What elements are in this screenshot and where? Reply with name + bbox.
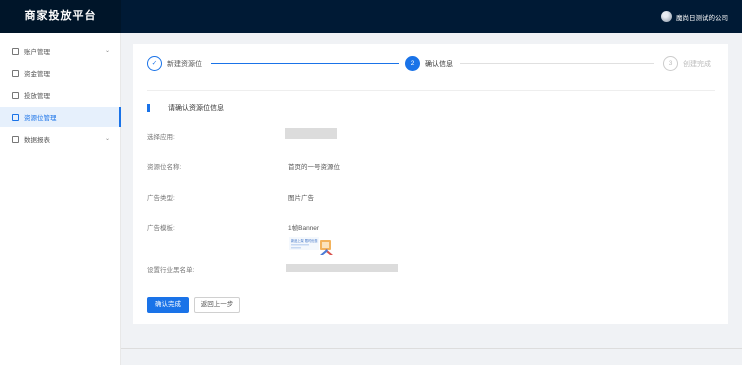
campaign-icon: [12, 91, 19, 99]
avatar: [661, 11, 672, 22]
content-card: ✓ 新建资源位 2 确认信息 3 创建完成 请确认资源位信息 选择应用: 资源位…: [133, 44, 728, 324]
user-name: 魔尚日测试的公司: [676, 14, 728, 22]
confirm-button[interactable]: 确认完成: [147, 297, 189, 313]
step-number: 2: [405, 56, 420, 71]
sidebar-item-ad-slots[interactable]: 资源位管理: [0, 107, 121, 127]
chevron-down-icon: ⌄: [104, 48, 110, 54]
user-menu[interactable]: 魔尚日测试的公司: [661, 10, 728, 23]
field-value: 1帧Banner: [288, 225, 320, 232]
sidebar-item-label: 投放管理: [24, 93, 50, 100]
sidebar-item-label: 资源位管理: [24, 115, 57, 122]
report-icon: [12, 135, 19, 143]
divider: [147, 90, 715, 91]
app-value-redacted: [285, 128, 337, 139]
field-value: 图片广告: [288, 195, 314, 202]
wallet-icon: [12, 69, 19, 77]
sidebar-item-campaign[interactable]: 投放管理: [0, 85, 121, 105]
brand-title: 商家投放平台: [0, 0, 121, 33]
step-done-check-icon: ✓: [147, 56, 162, 71]
account-icon: [12, 47, 19, 55]
back-button[interactable]: 返回上一步: [194, 297, 240, 313]
sidebar-item-label: 资金管理: [24, 71, 50, 78]
field-label: 设置行业黑名单:: [147, 267, 195, 274]
field-label: 广告类型:: [147, 195, 175, 202]
content-bottom-border: [121, 348, 742, 349]
section-title: 请确认资源位信息: [147, 103, 224, 113]
field-value: 首页的一号资源位: [288, 164, 340, 171]
section-title-text: 请确认资源位信息: [168, 105, 224, 112]
industry-value-redacted: [286, 264, 398, 272]
step-label: 新建资源位: [167, 61, 202, 68]
sidebar-item-label: 数据报表: [24, 137, 50, 144]
sidebar-item-label: 账户管理: [24, 49, 50, 56]
step-connector: [460, 63, 654, 64]
field-label: 选择应用:: [147, 134, 175, 141]
sidebar-item-funds[interactable]: 资金管理: [0, 63, 121, 83]
sidebar: 账户管理 ⌄ 资金管理 投放管理 资源位管理 数据报表 ⌄: [0, 33, 121, 365]
sidebar-item-account[interactable]: 账户管理 ⌄: [0, 41, 121, 61]
progress-steps: ✓ 新建资源位 2 确认信息 3 创建完成: [147, 54, 717, 74]
step-connector: [211, 63, 399, 64]
chevron-down-icon: ⌄: [104, 136, 110, 142]
field-label: 广告模板:: [147, 225, 175, 232]
banner-thumbnail-text: 新品上架 限时优惠: [291, 238, 318, 243]
top-navigation-bar: 商家投放平台 魔尚日测试的公司: [0, 0, 742, 33]
field-label: 资源位名称:: [147, 164, 182, 171]
section-accent-bar: [147, 104, 150, 112]
grid-icon: [12, 113, 19, 121]
sidebar-item-reports[interactable]: 数据报表 ⌄: [0, 129, 121, 149]
step-number: 3: [663, 56, 678, 71]
banner-thumbnail: 新品上架 限时优惠: [289, 237, 333, 255]
step-label: 确认信息: [425, 61, 453, 68]
step-label: 创建完成: [683, 61, 711, 68]
